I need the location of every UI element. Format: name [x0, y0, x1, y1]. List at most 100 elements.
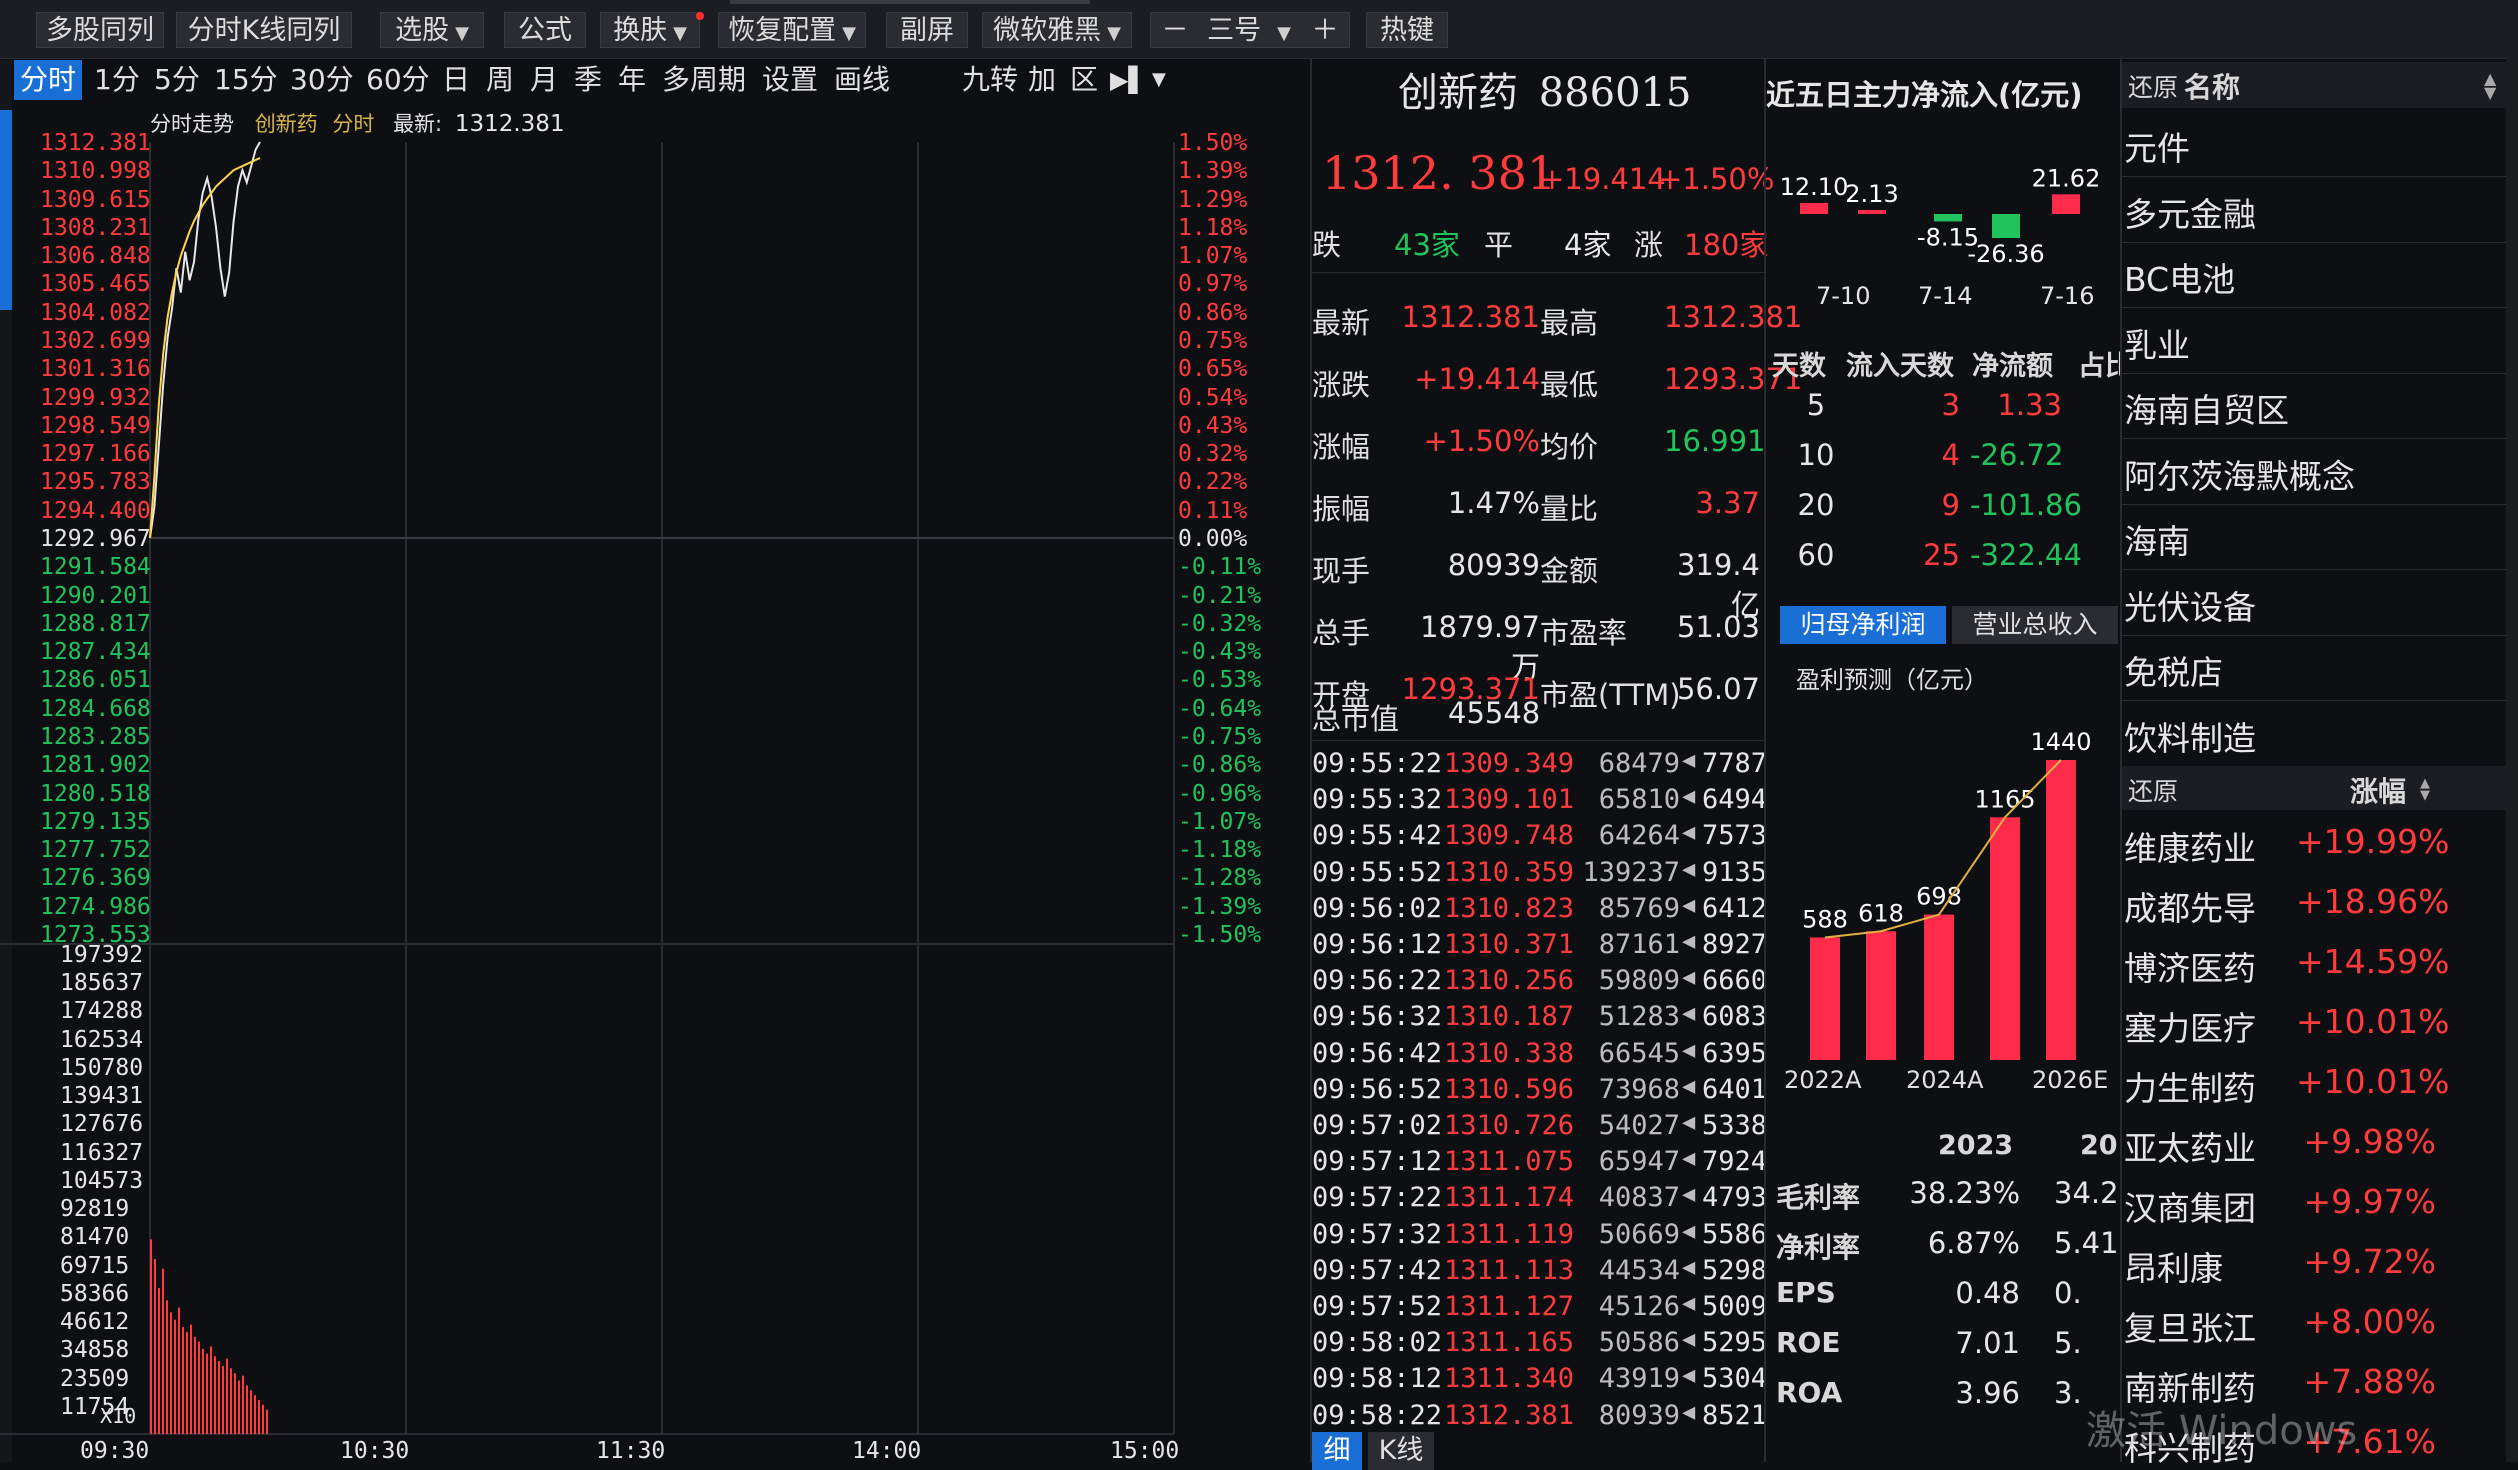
volume-tick-label: 185637 [60, 970, 144, 997]
stock-name[interactable]: 亚太药业 [2124, 1122, 2256, 1170]
restore-config-button[interactable]: 恢复配置 ▼ [718, 12, 866, 48]
period-draw[interactable]: 画线 [834, 60, 890, 100]
tick-volume: 65810 [1598, 784, 1680, 816]
profit-row-label: EPS [1776, 1276, 1836, 1309]
scrollbar[interactable] [2506, 58, 2518, 1462]
price-tick-label: 1299.932 [40, 384, 151, 411]
hotkey-button[interactable]: 热键 [1366, 12, 1448, 48]
multi-stock-button[interactable]: 多股同列 [36, 12, 164, 48]
chevron-down-icon: ▼ [455, 23, 469, 44]
volume-tick-label: 127676 [60, 1111, 144, 1138]
period-multi[interactable]: 多周期 [662, 60, 746, 100]
timeshare-kline-button[interactable]: 分时K线同列 [176, 12, 352, 48]
pct-tick-label: 0.86% [1178, 299, 1248, 326]
skin-button[interactable]: 换肤 ▼ [600, 12, 700, 48]
sector-name-header[interactable]: 名称 [2184, 66, 2240, 106]
period-settings[interactable]: 设置 [762, 60, 818, 100]
rise-label: 涨 [1634, 228, 1664, 262]
pct-header[interactable]: 涨幅 [2350, 770, 2406, 810]
pct-tick-label: 0.54% [1178, 384, 1248, 411]
period-timeshare[interactable]: 分时 [14, 60, 83, 100]
tab-detail[interactable]: 细 [1312, 1432, 1362, 1470]
volume-tick-label: 92819 [60, 1196, 130, 1223]
sector-item[interactable]: 饮料制造 [2124, 712, 2256, 760]
add-button[interactable]: 加 [1028, 60, 1056, 100]
price-tick-label: 1297.166 [40, 441, 151, 468]
chevron-down-icon[interactable]: ▼ [1152, 60, 1166, 100]
divider [2120, 58, 2122, 1462]
price-tick-label: 1295.783 [40, 469, 151, 496]
arrow-left-icon: ◀ [1682, 1146, 1696, 1172]
period-day[interactable]: 日 [442, 60, 470, 100]
stock-title: 创新药 886015 [1398, 60, 1691, 118]
stock-name[interactable]: 塞力医疗 [2124, 1002, 2256, 1050]
stock-name[interactable]: 汉商集团 [2124, 1182, 2256, 1230]
nine-turn-button[interactable]: 九转 [962, 60, 1018, 100]
quote-label: 现手 [1312, 554, 1371, 588]
sector-item[interactable]: 阿尔茨海默概念 [2124, 450, 2355, 498]
stock-name[interactable]: 力生制药 [2124, 1062, 2256, 1110]
row-divider [2122, 438, 2506, 439]
period-year[interactable]: 年 [618, 60, 646, 100]
period-30min[interactable]: 30分 [290, 60, 354, 100]
sub-screen-button[interactable]: 副屏 [886, 12, 968, 48]
profit-value: 3.96 [1955, 1376, 2020, 1410]
sort-icon[interactable]: ▲ ▼ [2420, 777, 2430, 802]
period-15min[interactable]: 15分 [214, 60, 278, 100]
flow-days: 10 [1797, 438, 1835, 472]
tab-revenue[interactable]: 营业总收入 [1952, 606, 2118, 644]
stock-name[interactable]: 复旦张江 [2124, 1302, 2256, 1350]
stock-name[interactable]: 博济医药 [2124, 942, 2256, 990]
windows-activation-watermark: 激活 Windows [2086, 1408, 2358, 1454]
row-divider [2122, 241, 2506, 243]
quote-label: 最低 [1540, 368, 1599, 402]
tick-time: 09:56:42 [1312, 1037, 1443, 1069]
stock-name[interactable]: 成都先导 [2124, 882, 2256, 930]
profit-bar-label: 698 [1916, 883, 1962, 911]
flow-days: 60 [1797, 538, 1835, 572]
tick-count: 8927 [1702, 929, 1768, 960]
price-tick-label: 1301.316 [40, 356, 151, 383]
price-tick-label: 1283.285 [40, 724, 151, 750]
sector-item[interactable]: 光伏设备 [2124, 581, 2256, 629]
sector-item[interactable]: 乳业 [2124, 319, 2190, 367]
sector-item[interactable]: 免税店 [2124, 646, 2223, 694]
tick-time: 09:57:52 [1312, 1291, 1443, 1322]
stock-picker-button[interactable]: 选股 ▼ [380, 12, 484, 48]
stock-restore-button[interactable]: 还原 [2128, 772, 2178, 808]
range-button[interactable]: 区 [1070, 60, 1098, 100]
row-divider [2122, 372, 2506, 374]
period-5min[interactable]: 5分 [154, 60, 200, 100]
profit-value: 38.23% [1909, 1176, 2020, 1210]
sector-item[interactable]: 海南自贸区 [2124, 384, 2289, 432]
tick-price: 1310.338 [1444, 1037, 1575, 1069]
font-size-label[interactable]: 三号 [1207, 15, 1261, 46]
period-month[interactable]: 月 [530, 60, 558, 100]
tick-time: 09:56:22 [1312, 965, 1443, 997]
quote-label: 量比 [1540, 492, 1599, 526]
tick-price: 1310.256 [1444, 965, 1575, 997]
sector-item[interactable]: 元件 [2124, 122, 2190, 170]
font-size-plus-button[interactable]: ＋ [1312, 15, 1339, 46]
sector-restore-button[interactable]: 还原 [2128, 68, 2178, 104]
period-60min[interactable]: 60分 [366, 60, 430, 100]
tab-kline[interactable]: K线 [1368, 1432, 1434, 1470]
sector-item[interactable]: 海南 [2124, 515, 2190, 563]
stock-name[interactable]: 维康药业 [2124, 822, 2256, 870]
period-week[interactable]: 周 [486, 60, 514, 100]
font-size-minus-button[interactable]: － [1161, 15, 1188, 46]
period-1min[interactable]: 1分 [94, 60, 140, 100]
period-season[interactable]: 季 [574, 60, 602, 100]
pin-right-icon[interactable]: ▶▌ [1110, 60, 1147, 100]
formula-button[interactable]: 公式 [504, 12, 586, 48]
sort-icon[interactable]: ▲ ▼ [2484, 71, 2496, 101]
stock-name[interactable]: 昂利康 [2124, 1242, 2223, 1290]
tab-net-profit[interactable]: 归母净利润 [1780, 606, 1946, 644]
row-divider [2122, 569, 2506, 570]
sector-item[interactable]: 多元金融 [2124, 188, 2256, 236]
timeshare-chart[interactable]: 分时走势 创新药 分时 最新: 1312.381 1312.381 1310.99… [0, 104, 1310, 1464]
tick-volume: 65947 [1598, 1146, 1680, 1178]
sector-item[interactable]: BC电池 [2124, 253, 2235, 301]
price-tick-label: 1294.400 [40, 497, 151, 524]
font-select[interactable]: 微软雅黑 ▼ [982, 12, 1132, 48]
